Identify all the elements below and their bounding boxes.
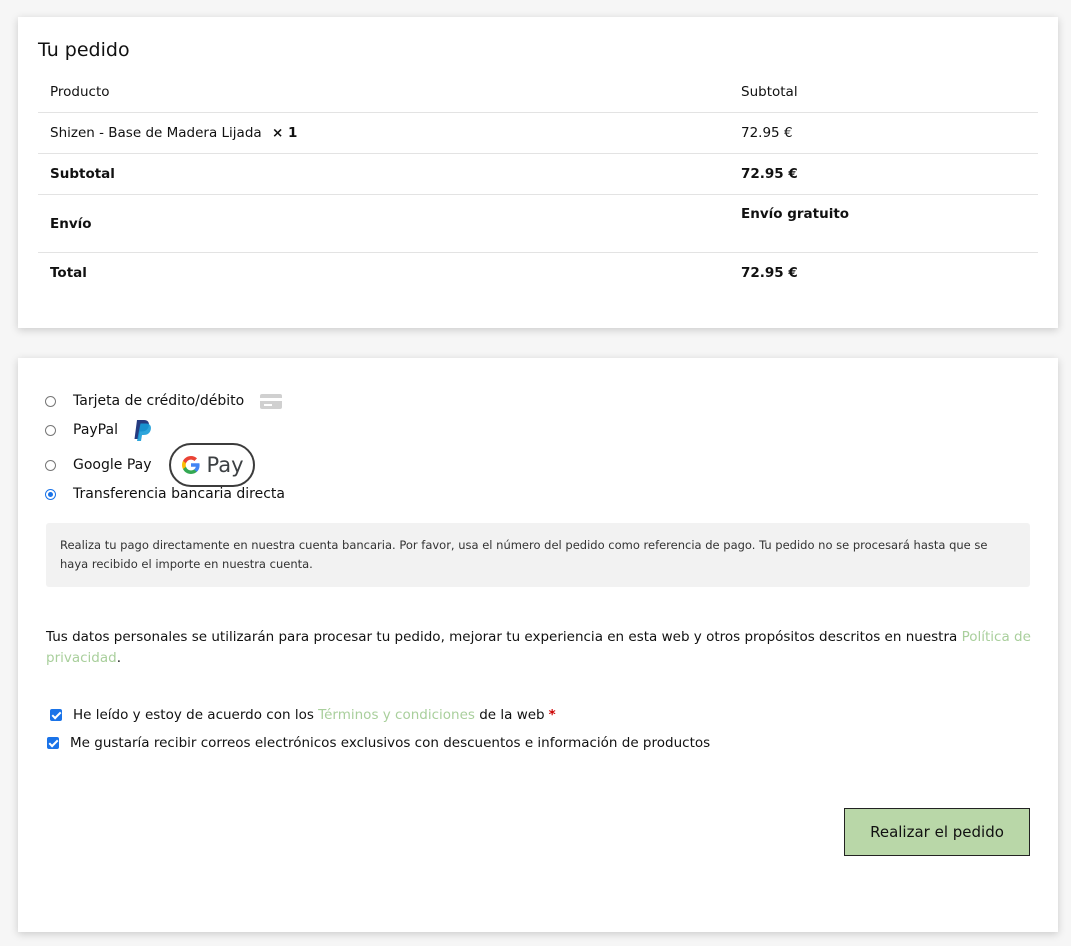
shipping-label: Envío: [38, 194, 729, 253]
total-row: Total 72.95 €: [38, 253, 1038, 294]
newsletter-label: Me gustaría recibir correos electrónicos…: [70, 735, 711, 751]
google-pay-icon[interactable]: Pay: [169, 443, 255, 487]
google-pay-method-label: Google Pay: [73, 457, 152, 473]
product-name: Shizen - Base de Madera Lijada: [50, 125, 262, 141]
card-method-label: Tarjeta de crédito/débito: [73, 393, 245, 409]
privacy-text: Tus datos personales se utilizarán para …: [46, 629, 962, 645]
product-cell: Shizen - Base de Madera Lijada × 1: [38, 112, 729, 154]
product-quantity: × 1: [271, 125, 298, 141]
total-value: 72.95 €: [741, 265, 798, 281]
terms-suffix: de la web: [474, 707, 545, 723]
newsletter-checkbox-row[interactable]: Me gustaría recibir correos electrónicos…: [47, 735, 710, 751]
paypal-method-label: PayPal: [73, 422, 118, 438]
required-asterisk: *: [548, 707, 556, 723]
terms-checkbox[interactable]: [50, 709, 62, 721]
terms-link[interactable]: Términos y condiciones: [318, 707, 475, 723]
bank-transfer-method-label: Transferencia bancaria directa: [73, 486, 285, 502]
subtotal-label: Subtotal: [38, 153, 729, 195]
payment-method-bank-transfer[interactable]: Transferencia bancaria directa: [45, 486, 285, 502]
payment-method-google-pay[interactable]: Google Pay: [45, 457, 152, 473]
privacy-notice: Tus datos personales se utilizarán para …: [46, 627, 1036, 669]
subtotal-row: Subtotal 72.95 €: [38, 153, 1038, 195]
paypal-radio[interactable]: [45, 424, 56, 436]
bank-transfer-description: Realiza tu pago directamente en nuestra …: [46, 523, 1030, 587]
newsletter-checkbox[interactable]: [47, 737, 59, 749]
order-table: Producto Subtotal Shizen - Base de Mader…: [38, 72, 1038, 293]
total-label: Total: [50, 265, 87, 281]
shipping-row: Envío Envío gratuito: [38, 194, 1038, 253]
terms-prefix: He leído y estoy de acuerdo con los: [73, 707, 319, 723]
payment-method-card[interactable]: Tarjeta de crédito/débito: [45, 393, 283, 409]
place-order-button[interactable]: Realizar el pedido: [844, 808, 1030, 856]
privacy-suffix: .: [116, 650, 122, 666]
google-pay-text: Pay: [206, 453, 244, 477]
table-row: Shizen - Base de Madera Lijada × 1 72.95…: [38, 112, 1038, 154]
shipping-value: Envío gratuito: [729, 194, 1038, 253]
bank-transfer-radio[interactable]: [45, 488, 56, 500]
order-title: Tu pedido: [38, 39, 130, 61]
payment-card: Tarjeta de crédito/débito PayPal Google …: [18, 358, 1058, 932]
paypal-icon: [134, 420, 151, 441]
terms-checkbox-row[interactable]: He leído y estoy de acuerdo con los Térm…: [50, 707, 556, 723]
google-g-icon: [182, 456, 201, 474]
google-pay-radio[interactable]: [45, 459, 56, 471]
product-column-header: Producto: [38, 72, 729, 113]
subtotal-value: 72.95 €: [729, 153, 1038, 195]
table-header-row: Producto Subtotal: [38, 72, 1038, 113]
payment-method-paypal[interactable]: PayPal: [45, 418, 152, 442]
subtotal-column-header: Subtotal: [729, 72, 1038, 113]
product-price: 72.95 €: [729, 112, 1038, 154]
credit-card-icon: [260, 393, 283, 409]
order-summary-card: Tu pedido Producto Subtotal Shizen - Bas…: [18, 17, 1058, 328]
card-radio[interactable]: [45, 395, 56, 407]
